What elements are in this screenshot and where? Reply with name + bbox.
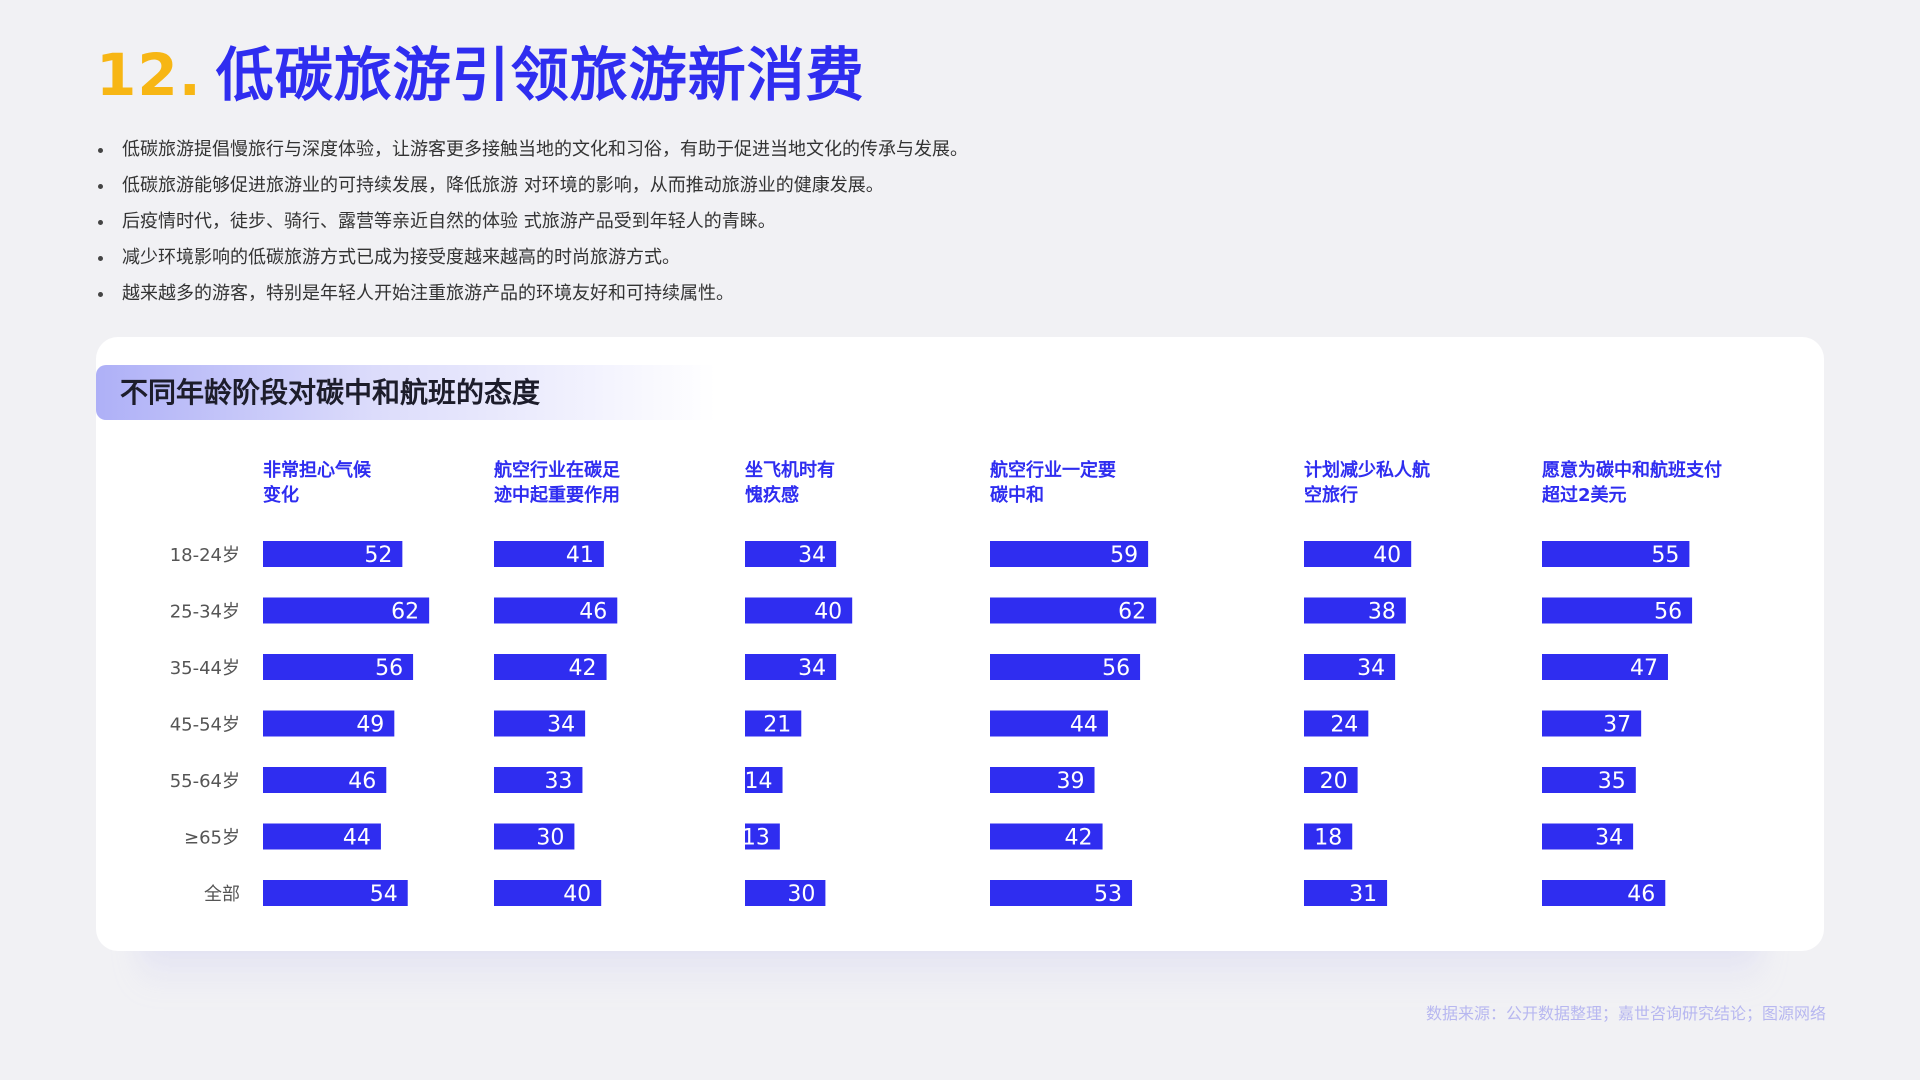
row-label: 35-44岁 (170, 658, 240, 679)
series-label: 非常担心气候 (263, 459, 372, 481)
bar-value-label: 24 (1330, 713, 1358, 738)
bar-value-label: 59 (1110, 543, 1138, 568)
bar-value-label: 46 (1627, 882, 1655, 907)
series-label: 超过2美元 (1542, 484, 1627, 506)
bullet-item: 低碳旅游提倡慢旅行与深度体验，让游客更多接触当地的文化和习俗，有助于促进当地文化… (96, 132, 968, 168)
bar-value-label: 46 (348, 769, 376, 794)
bullet-item: 越来越多的游客，特别是年轻人开始注重旅游产品的环境友好和可持续属性。 (96, 276, 968, 312)
bar-value-label: 54 (370, 882, 398, 907)
series-label: 航空行业一定要 (990, 459, 1116, 481)
bar-value-label: 20 (1320, 769, 1348, 794)
bar-value-label: 34 (547, 713, 575, 738)
bar-value-label: 40 (1373, 543, 1401, 568)
series-label: 计划减少私人航 (1304, 459, 1430, 481)
series-label: 碳中和 (990, 484, 1044, 506)
bar-value-label: 41 (566, 543, 594, 568)
series-label: 空旅行 (1304, 484, 1358, 506)
chart-card: 18-24岁 25-34岁 35-44岁 45-54岁 55-64岁 ≥65岁全部 非常担心… (96, 337, 1824, 951)
series-label: 航空行业在碳足 (494, 459, 620, 481)
bar-value-label: 34 (798, 543, 826, 568)
bar-value-label: 21 (763, 713, 791, 738)
bar-value-label: 30 (536, 826, 564, 851)
bar-value-label: 47 (1630, 656, 1658, 681)
bar-value-label: 40 (563, 882, 591, 907)
bar-value-label: 13 (742, 826, 770, 851)
row-label: 全部 (204, 884, 240, 905)
bar-value-label: 62 (391, 600, 419, 625)
bar-value-label: 39 (1057, 769, 1085, 794)
bar-value-label: 44 (343, 826, 371, 851)
bar-value-label: 14 (745, 769, 773, 794)
bar-value-label: 52 (364, 543, 392, 568)
bar-value-label: 44 (1070, 713, 1098, 738)
bar-value-label: 53 (1094, 882, 1122, 907)
series-label: 变化 (263, 484, 299, 506)
row-label: 25-34岁 (170, 602, 240, 623)
bullet-item: 减少环境影响的低碳旅游方式已成为接受度越来越高的时尚旅游方式。 (96, 240, 968, 276)
bar-value-label: 34 (1595, 826, 1623, 851)
bar-value-label: 62 (1118, 600, 1146, 625)
bar-value-label: 37 (1603, 713, 1631, 738)
bullet-item: 低碳旅游能够促进旅游业的可持续发展，降低旅游 对环境的影响，从而推动旅游业的健康… (96, 168, 968, 204)
bar-value-label: 56 (1102, 656, 1130, 681)
bar-value-label: 34 (798, 656, 826, 681)
page-title-text: 低碳旅游引领旅游新消费 (215, 41, 865, 109)
series-label: 愧疚感 (745, 484, 799, 506)
bar-value-label: 38 (1368, 600, 1396, 625)
row-label: 18-24岁 (170, 545, 240, 566)
bar-value-label: 31 (1349, 882, 1377, 907)
series-label: 迹中起重要作用 (494, 484, 620, 506)
series-label: 坐飞机时有 (745, 459, 835, 481)
bar-value-label: 40 (814, 600, 842, 625)
bar-value-label: 56 (375, 656, 403, 681)
bar-value-label: 49 (356, 713, 384, 738)
bar-chart: 18-24岁 25-34岁 35-44岁 45-54岁 55-64岁 ≥65岁全部 非常担心… (170, 459, 1722, 907)
bullet-list: 低碳旅游提倡慢旅行与深度体验，让游客更多接触当地的文化和习俗，有助于促进当地文化… (96, 132, 968, 312)
page-number: 12. (96, 41, 202, 109)
chart-title-bar: 不同年龄阶段对碳中和航班的态度 (96, 365, 716, 420)
row-label: 45-54岁 (170, 715, 240, 736)
bar-value-label: 42 (569, 656, 597, 681)
bar-value-label: 46 (579, 600, 607, 625)
bar-value-label: 30 (787, 882, 815, 907)
series-label: 愿意为碳中和航班支付 (1542, 459, 1722, 481)
data-source: 数据来源：公开数据整理；嘉世咨询研究结论；图源网络 (1425, 1004, 1826, 1023)
bar-value-label: 33 (544, 769, 572, 794)
bar-value-label: 18 (1314, 826, 1342, 851)
bar-value-label: 56 (1654, 600, 1682, 625)
bar-value-label: 55 (1651, 543, 1679, 568)
chart-title: 不同年龄阶段对碳中和航班的态度 (120, 376, 541, 409)
bullet-item: 后疫情时代，徒步、骑行、露营等亲近自然的体验 式旅游产品受到年轻人的青睐。 (96, 204, 968, 240)
bar-value-label: 35 (1598, 769, 1626, 794)
bar-value-label: 34 (1357, 656, 1385, 681)
row-label: ≥65岁 (184, 828, 240, 849)
bar-value-label: 42 (1065, 826, 1093, 851)
row-label: 55-64岁 (170, 771, 240, 792)
page-title: 12. 低碳旅游引领旅游新消费 (96, 28, 865, 112)
